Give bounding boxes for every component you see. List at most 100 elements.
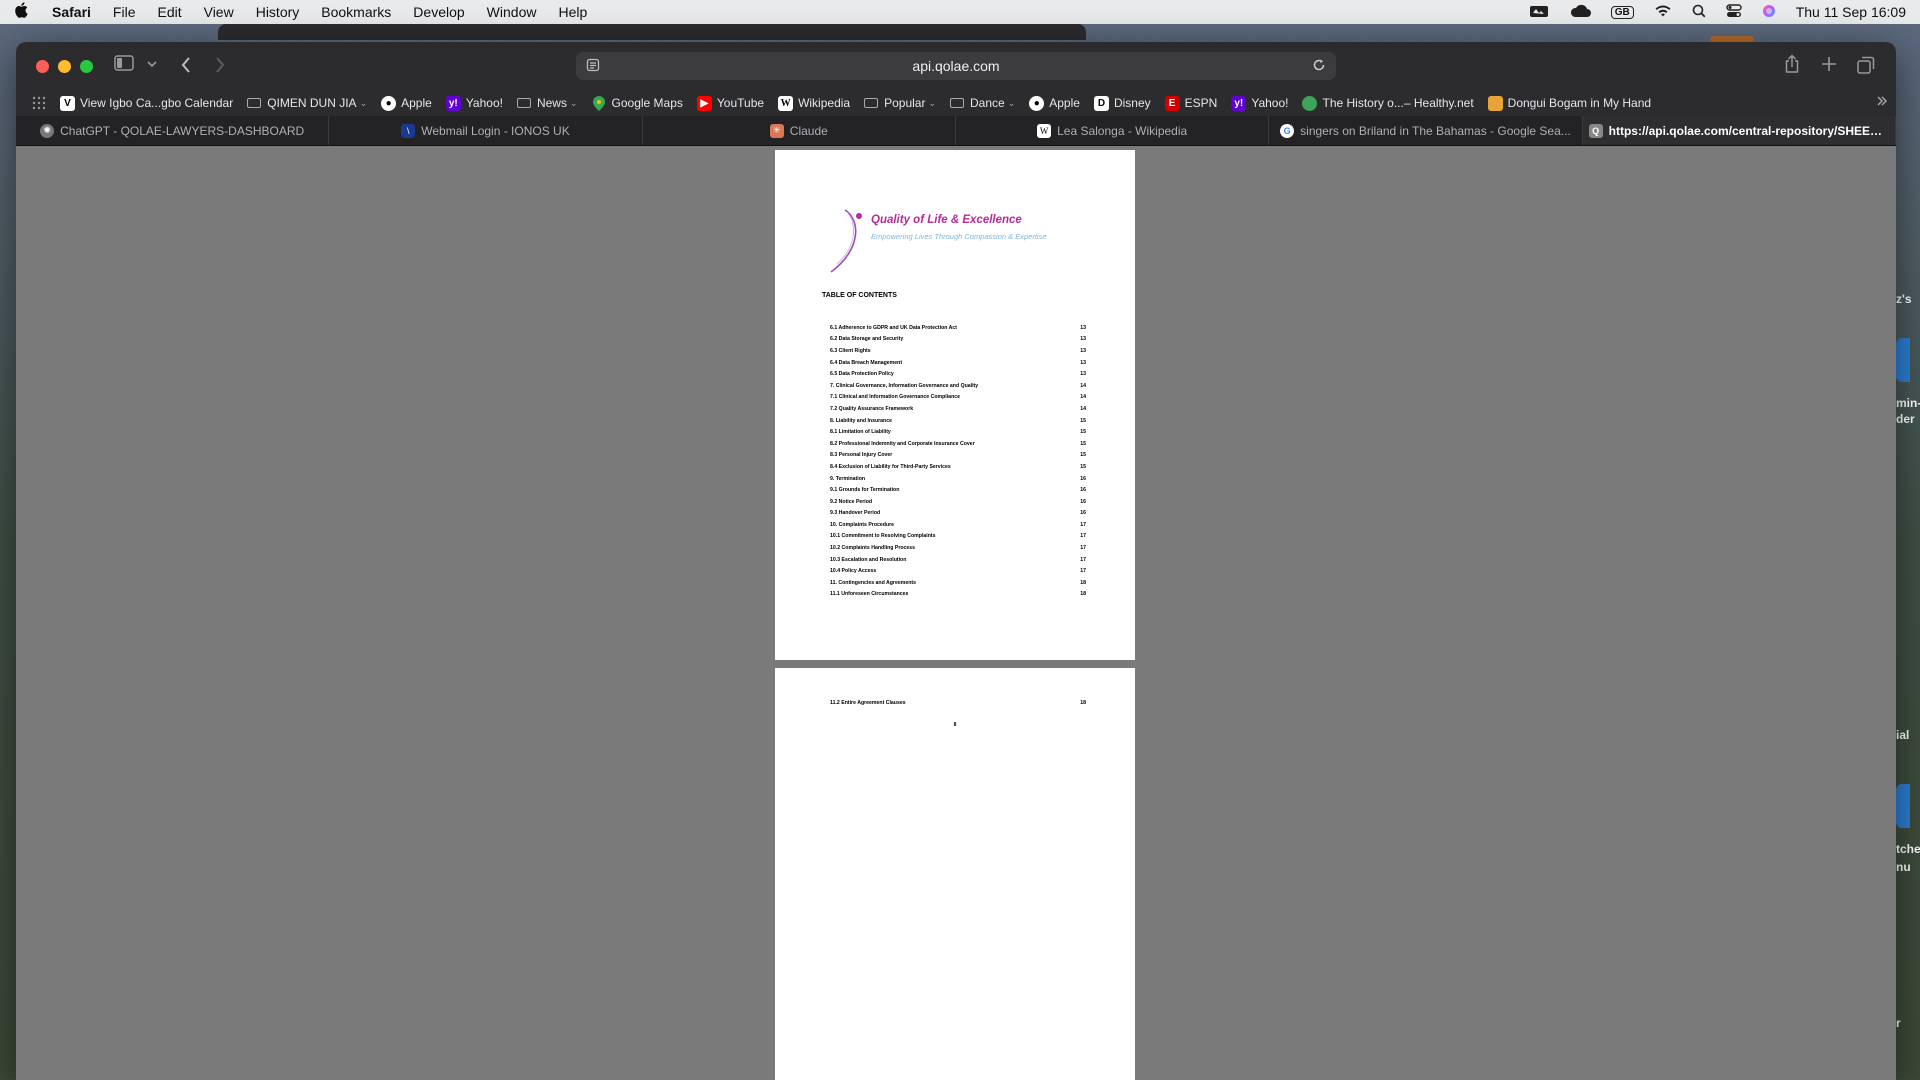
page-settings-icon[interactable] [586, 58, 600, 75]
background-button [1896, 338, 1910, 382]
background-button [1896, 784, 1910, 828]
bookmark-wikipedia[interactable]: W Wikipedia [778, 95, 850, 111]
toc-entry[interactable]: 11.2 Entire Agreement Clauses 18 [830, 700, 1086, 706]
sidebar-toggle-icon[interactable] [114, 55, 134, 76]
toc-entry[interactable]: 10.2 Complaints Handling Process 17 [830, 542, 1086, 554]
bookmark-youtube[interactable]: ▶ YouTube [696, 95, 765, 111]
bookmark-folder-dance[interactable]: Dance ⌄ [950, 96, 1015, 110]
igbo-calendar-favicon: V [60, 95, 75, 111]
tab-qolae-repository[interactable]: Q https://api.qolae.com/central-reposito… [1582, 116, 1896, 145]
menu-bookmarks[interactable]: Bookmarks [321, 4, 391, 20]
address-bar-url[interactable]: api.qolae.com [912, 58, 999, 74]
toc-entry[interactable]: 7.1 Clinical and Information Governance … [830, 392, 1086, 404]
bookmark-label: YouTube [716, 96, 765, 110]
toc-entry[interactable]: 8.3 Personal Injury Cover 15 [830, 450, 1086, 462]
menu-edit[interactable]: Edit [157, 4, 181, 20]
toc-entry-title: 9.1 Grounds for Termination [830, 487, 900, 494]
siri-icon[interactable] [1762, 4, 1776, 21]
toc-entry[interactable]: 11.1 Unforeseen Circumstances 18 [830, 589, 1086, 601]
favorites-bar: V View Igbo Ca...gbo Calendar QIMEN DUN … [16, 90, 1896, 116]
bookmark-espn[interactable]: E ESPN [1164, 95, 1217, 111]
apple-logo-icon[interactable] [14, 1, 32, 23]
sidebar-menu-chevron-icon[interactable] [147, 60, 157, 71]
toc-entry-title: 6.2 Data Storage and Security [830, 336, 904, 343]
toc-entry-page: 16 [1080, 498, 1086, 505]
menu-view[interactable]: View [204, 4, 234, 20]
chevron-down-icon: ⌄ [1007, 97, 1016, 108]
zoom-window-button[interactable] [80, 60, 93, 73]
address-bar[interactable]: api.qolae.com [576, 52, 1336, 80]
bookmark-yahoo-2[interactable]: y! Yahoo! [1231, 95, 1288, 111]
toc-entry[interactable]: 9. Termination 16 [830, 473, 1086, 485]
toc-entry[interactable]: 10.1 Commitment to Resolving Complaints 1… [830, 531, 1086, 543]
toc-entry-title: 10. Complaints Procedure [830, 521, 894, 528]
tab-ionos-webmail[interactable]: \ Webmail Login - IONOS UK [329, 116, 643, 145]
bookmark-apple[interactable]: ● Apple [381, 95, 432, 111]
menu-history[interactable]: History [256, 4, 300, 20]
new-tab-icon[interactable] [1821, 56, 1837, 77]
toc-entry[interactable]: 11. Contingencies and Agreements 18 [830, 577, 1086, 589]
toc-entry-page: 13 [1080, 359, 1086, 366]
menu-develop[interactable]: Develop [413, 4, 464, 20]
toc-entry[interactable]: 9.2 Notice Period 16 [830, 496, 1086, 508]
close-window-button[interactable] [36, 60, 49, 73]
toc-entry[interactable]: 6.2 Data Storage and Security 13 [830, 334, 1086, 346]
bookmark-folder-news[interactable]: News ⌄ [516, 96, 578, 110]
chevron-down-icon: ⌄ [569, 97, 578, 108]
toc-entry[interactable]: 6.4 Data Breach Management 13 [830, 357, 1086, 369]
back-icon[interactable] [180, 56, 192, 79]
background-text: tche [1896, 842, 1920, 856]
minimize-window-button[interactable] [58, 60, 71, 73]
toc-entry[interactable]: 9.1 Grounds for Termination 16 [830, 484, 1086, 496]
tab-google-search[interactable]: G singers on Briland in The Bahamas - Go… [1269, 116, 1583, 145]
pdf-viewer[interactable]: Quality of Life & Excellence Empowering … [16, 146, 1896, 1080]
menubar-clock[interactable]: Thu 11 Sep 16:09 [1796, 4, 1906, 20]
menu-window[interactable]: Window [487, 4, 537, 20]
toc-entry[interactable]: 6.5 Data Protection Policy 13 [830, 368, 1086, 380]
tab-label: ChatGPT - QOLAE-LAWYERS-DASHBOARD [60, 123, 305, 138]
toc-entry[interactable]: 8.1 Limitation of Liability 15 [830, 426, 1086, 438]
menu-app-name[interactable]: Safari [52, 4, 91, 20]
bookmark-igbo-calendar[interactable]: V View Igbo Ca...gbo Calendar [60, 95, 233, 111]
toc-entry[interactable]: 6.3 Client Rights 13 [830, 345, 1086, 357]
toc-entry-title: 6.1 Adherence to GDPR and UK Data Protec… [830, 324, 958, 331]
icloud-icon[interactable] [1569, 4, 1591, 21]
apps-grid-icon[interactable] [32, 96, 46, 110]
tab-wikipedia-lea-salonga[interactable]: W Lea Salonga - Wikipedia [956, 116, 1270, 145]
toc-entry[interactable]: 8.2 Professional Indemnity and Corporate… [830, 438, 1086, 450]
share-icon[interactable] [1784, 54, 1800, 79]
spotlight-search-icon[interactable] [1692, 4, 1706, 21]
bookmark-yahoo[interactable]: y! Yahoo! [445, 95, 503, 111]
toc-entry[interactable]: 8.4 Exclusion of Liability for Third-Par… [830, 461, 1086, 473]
creative-cloud-icon[interactable] [1529, 4, 1549, 21]
toc-entry[interactable]: 8. Liability and Insurance 15 [830, 415, 1086, 427]
toc-entry[interactable]: 7.2 Quality Assurance Framework 14 [830, 403, 1086, 415]
tab-overview-icon[interactable] [1857, 56, 1875, 79]
bookmark-folder-qimen[interactable]: QIMEN DUN JIA ⌄ [247, 96, 367, 110]
toc-entry[interactable]: 6.1 Adherence to GDPR and UK Data Protec… [830, 322, 1086, 334]
toc-entry[interactable]: 10.4 Policy Access 17 [830, 565, 1086, 577]
toc-entry[interactable]: 10.3 Escalation and Resolution 17 [830, 554, 1086, 566]
bookmark-folder-popular[interactable]: Popular ⌄ [864, 96, 936, 110]
toc-entry[interactable]: 10. Complaints Procedure 17 [830, 519, 1086, 531]
bookmark-apple-2[interactable]: ● Apple [1029, 95, 1080, 111]
menu-help[interactable]: Help [558, 4, 587, 20]
bookmark-healthy-net[interactable]: The History o...– Healthy.net [1302, 95, 1474, 111]
toc-entry[interactable]: 7. Clinical Governance, Information Gove… [830, 380, 1086, 392]
toc-entry[interactable]: 9.3 Handover Period 16 [830, 508, 1086, 520]
reload-icon[interactable] [1312, 58, 1326, 75]
forward-icon[interactable] [214, 56, 226, 79]
wifi-icon[interactable] [1654, 4, 1672, 21]
wikipedia-favicon: W [778, 95, 794, 111]
control-center-icon[interactable] [1726, 3, 1742, 21]
bookmark-google-maps[interactable]: Google Maps [592, 95, 683, 111]
bookmark-disney[interactable]: D Disney [1093, 95, 1151, 111]
toc-entry-title: 6.4 Data Breach Management [830, 359, 903, 366]
input-source-indicator[interactable]: GB [1610, 5, 1634, 19]
tab-chatgpt[interactable]: ✺ ChatGPT - QOLAE-LAWYERS-DASHBOARD [16, 116, 330, 145]
more-bookmarks-icon[interactable] [1876, 95, 1888, 110]
toc-entry-page: 15 [1080, 440, 1086, 447]
menu-file[interactable]: File [113, 4, 136, 20]
tab-claude[interactable]: ✳ Claude [643, 116, 956, 145]
bookmark-dongui-bogam[interactable]: Dongui Bogam in My Hand [1487, 95, 1651, 111]
